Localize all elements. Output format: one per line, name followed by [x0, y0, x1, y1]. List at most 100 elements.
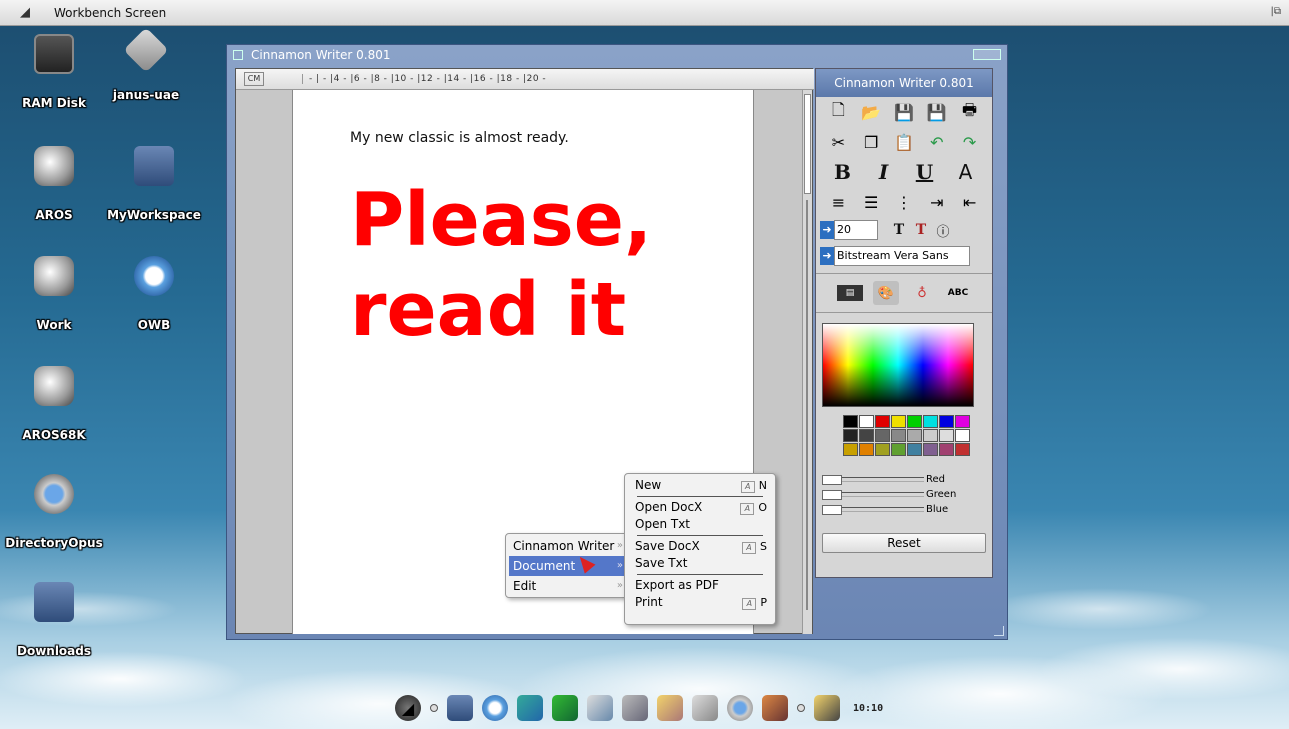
plain-text-button[interactable]: A [955, 160, 977, 184]
color-swatch[interactable] [875, 415, 890, 428]
color-swatch[interactable] [843, 443, 858, 456]
tab-spellcheck-icon[interactable]: ABC [945, 281, 971, 305]
undo-icon[interactable]: ↶ [926, 131, 948, 153]
color-swatch[interactable] [939, 415, 954, 428]
blue-slider-row[interactable]: Blue [822, 502, 986, 517]
menu-item-save-docx[interactable]: Save DocX AS [631, 538, 769, 555]
color-swatch[interactable] [923, 415, 938, 428]
save-icon[interactable]: 💾 [893, 101, 915, 123]
font-name-arrow-icon[interactable]: ➜ [820, 247, 834, 265]
settings-dock-icon[interactable] [727, 695, 753, 721]
new-document-icon[interactable]: 🗋 [827, 100, 849, 123]
color-swatch[interactable] [891, 415, 906, 428]
red-slider-row[interactable]: Red [822, 472, 986, 487]
tab-brush-icon[interactable]: ♁ [909, 281, 935, 305]
menu-item-document[interactable]: Document » [509, 556, 627, 576]
paint-dock-icon[interactable] [587, 695, 613, 721]
desktop-icon-directoryopus[interactable]: DirectoryOpus [4, 474, 104, 550]
color-swatch[interactable] [955, 429, 970, 442]
reset-button[interactable]: Reset [822, 533, 986, 553]
underline-button[interactable]: U [914, 160, 936, 184]
aros-logo-dock-icon[interactable]: ◢ [395, 695, 421, 721]
info-icon[interactable]: ⓘ [932, 219, 954, 241]
menu-item-open-docx[interactable]: Open DocX AO [631, 499, 769, 516]
color-swatch[interactable] [907, 415, 922, 428]
depth-gadget-icon[interactable] [973, 49, 1001, 60]
book-dock-icon[interactable] [552, 695, 578, 721]
font-name-input[interactable]: Bitstream Vera Sans [834, 246, 970, 266]
line-spacing-icon[interactable]: ≡ [827, 191, 849, 213]
menu-item-open-txt[interactable]: Open Txt [631, 516, 769, 533]
cut-icon[interactable]: ✂ [827, 131, 849, 153]
picture-dock-icon[interactable] [622, 695, 648, 721]
vertical-scrollbar[interactable] [802, 90, 812, 634]
image-viewer-dock-icon[interactable] [517, 695, 543, 721]
color-swatch[interactable] [939, 429, 954, 442]
numbered-list-icon[interactable]: ⋮ [893, 191, 915, 213]
color-swatch[interactable] [859, 429, 874, 442]
copy-icon[interactable]: ❐ [860, 131, 882, 153]
color-swatch[interactable] [907, 429, 922, 442]
red-slider-knob[interactable] [822, 474, 842, 485]
close-gadget-icon[interactable] [233, 50, 243, 60]
blue-slider-knob[interactable] [822, 504, 842, 515]
menu-item-export-pdf[interactable]: Export as PDF [631, 577, 769, 594]
screen-depth-icon[interactable]: |⧉ [1270, 6, 1281, 17]
color-swatch[interactable] [955, 443, 970, 456]
slider-track[interactable] [842, 507, 924, 512]
color-swatch[interactable] [923, 443, 938, 456]
scrollbar-knob[interactable] [804, 94, 811, 194]
color-swatch[interactable] [843, 429, 858, 442]
browser-dock-icon[interactable] [482, 695, 508, 721]
color-swatch[interactable] [843, 415, 858, 428]
color-swatch[interactable] [891, 429, 906, 442]
menu-item-edit[interactable]: Edit » [509, 576, 627, 596]
color-swatch[interactable] [939, 443, 954, 456]
color-swatch[interactable] [955, 415, 970, 428]
align-justify-icon[interactable]: ☰ [860, 191, 882, 213]
tab-document-icon[interactable]: ▤ [837, 285, 863, 301]
slider-track[interactable] [842, 492, 924, 497]
screen-title-bar[interactable]: ◢ Workbench Screen |⧉ [0, 0, 1289, 26]
color-swatch[interactable] [891, 443, 906, 456]
scrollbar-track[interactable] [806, 200, 808, 610]
desktop-icon-downloads[interactable]: Downloads [4, 582, 104, 658]
drawer-dock-icon[interactable] [447, 695, 473, 721]
green-slider-knob[interactable] [822, 489, 842, 500]
desktop-icon-janus-uae[interactable]: janus-uae [96, 27, 196, 102]
save-as-icon[interactable]: 💾 [926, 101, 948, 123]
tab-color-palette-icon[interactable]: 🎨 [873, 281, 899, 305]
menu-item-new[interactable]: New AN [631, 477, 769, 494]
bold-button[interactable]: B [832, 160, 854, 184]
notes-dock-icon[interactable] [657, 695, 683, 721]
desktop-icon-owb[interactable]: OWB [104, 256, 204, 332]
indent-icon[interactable]: ⇥ [926, 191, 948, 213]
text-background-icon[interactable]: T [910, 219, 932, 241]
writer-dock-icon[interactable] [814, 695, 840, 721]
resize-gadget-icon[interactable] [994, 626, 1004, 636]
font-size-arrow-icon[interactable]: ➜ [820, 221, 834, 239]
slider-track[interactable] [842, 477, 924, 482]
outdent-icon[interactable]: ⇤ [959, 191, 981, 213]
color-swatch[interactable] [923, 429, 938, 442]
color-spectrum-picker[interactable] [822, 323, 974, 407]
color-swatch[interactable] [875, 429, 890, 442]
menu-item-print[interactable]: Print AP [631, 594, 769, 611]
color-swatch[interactable] [859, 443, 874, 456]
menu-item-save-txt[interactable]: Save Txt [631, 555, 769, 572]
font-size-input[interactable]: 20 [834, 220, 878, 240]
disk-dock-icon[interactable] [692, 695, 718, 721]
desktop-icon-aros[interactable]: AROS [4, 146, 104, 222]
window-title-bar[interactable]: Cinnamon Writer 0.801 [227, 45, 1007, 65]
menu-item-cinnamon-writer[interactable]: Cinnamon Writer » [509, 536, 627, 556]
color-swatch[interactable] [875, 443, 890, 456]
open-icon[interactable]: 📂 [860, 101, 882, 123]
redo-icon[interactable]: ↷ [959, 131, 981, 153]
color-swatch[interactable] [859, 415, 874, 428]
ruler[interactable]: CM - | - |4 - |6 - |8 - |10 - |12 - |14 … [236, 69, 814, 90]
ruler-unit-button[interactable]: CM [244, 72, 264, 86]
desktop-icon-aros68k[interactable]: AROS68K [4, 366, 104, 442]
desktop-icon-myworkspace[interactable]: MyWorkspace [104, 146, 204, 222]
color-swatch[interactable] [907, 443, 922, 456]
aros-logo-icon[interactable]: ◢ [20, 5, 38, 20]
